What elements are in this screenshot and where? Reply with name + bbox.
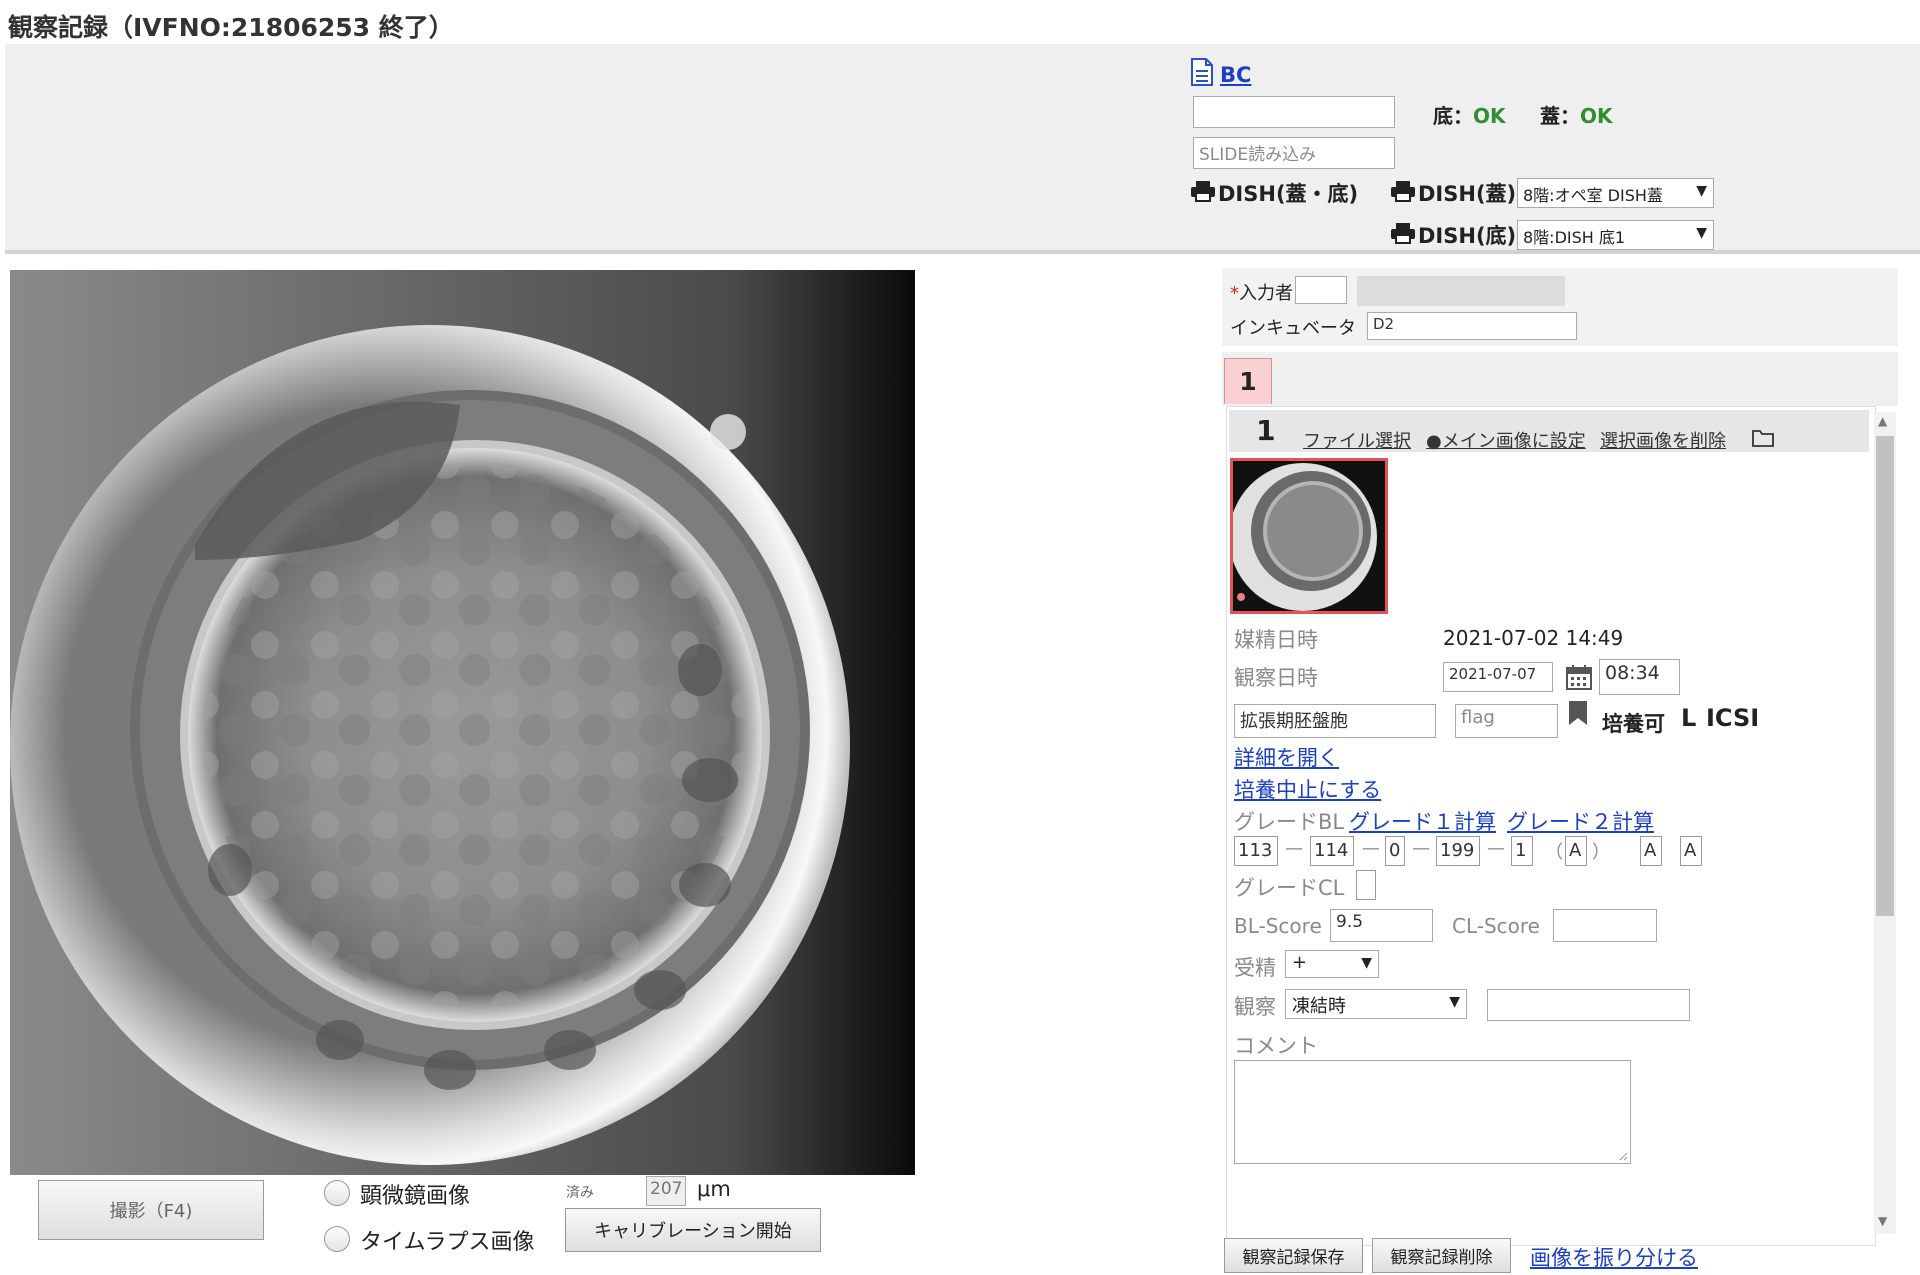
bottom-status-value: OK xyxy=(1473,104,1506,128)
grade-paren-close: ） xyxy=(1592,842,1610,863)
grade1-calc-link[interactable]: グレード１計算 xyxy=(1349,806,1496,836)
fertilization-select[interactable]: + ▼ xyxy=(1285,950,1379,978)
grade-value-input[interactable]: 114 xyxy=(1310,836,1354,866)
tab-1[interactable]: 1 xyxy=(1224,358,1272,404)
grade2-calc-link[interactable]: グレード２計算 xyxy=(1507,806,1654,836)
cl-score-input[interactable] xyxy=(1553,909,1657,942)
calendar-icon[interactable] xyxy=(1566,664,1592,694)
side-label: L xyxy=(1681,704,1697,732)
save-record-button[interactable]: 観察記録保存 xyxy=(1224,1238,1363,1273)
comment-label: コメント xyxy=(1234,1034,1318,1058)
calibration-button[interactable]: キャリブレーション開始 xyxy=(565,1208,821,1252)
printer-icon xyxy=(1390,180,1418,207)
bottom-status: 底：OK xyxy=(1433,100,1506,129)
window-title: 観察記録（IVFNO:21806253 終了） xyxy=(8,13,454,42)
bl-score-label: BL-Score xyxy=(1234,914,1322,938)
measured-label: 済み xyxy=(566,1185,594,1201)
incubator-input[interactable]: D2 xyxy=(1367,312,1577,340)
measure-unit: μm xyxy=(697,1177,731,1201)
lid-status: 蓋：OK xyxy=(1540,100,1613,129)
printer-icon xyxy=(1190,180,1218,207)
bc-link-label[interactable]: BC xyxy=(1220,63,1251,87)
radio-timelapse-label: タイムラプス画像 xyxy=(360,1230,535,1255)
grade-bl-label: グレードBL xyxy=(1234,810,1345,834)
grade-letter-input[interactable]: A xyxy=(1680,836,1702,866)
grade-value-input[interactable]: 1 xyxy=(1511,836,1533,866)
grade-separator: — xyxy=(1285,838,1303,859)
embryo-thumbnail[interactable] xyxy=(1230,458,1388,614)
dish-bottom-select[interactable]: 8階:DISH 底1 ▼ xyxy=(1517,220,1714,250)
comment-textarea[interactable] xyxy=(1234,1060,1631,1164)
operator-name-display xyxy=(1357,276,1565,306)
bottom-status-label: 底： xyxy=(1433,104,1473,128)
resize-grip-icon[interactable] xyxy=(1618,1151,1628,1161)
grade-separator: — xyxy=(1412,838,1430,859)
radio-microscope[interactable] xyxy=(324,1180,350,1206)
delete-selected-image-link[interactable]: 選択画像を削除 xyxy=(1600,427,1726,453)
print-dish-bottom-button[interactable]: DISH(底) xyxy=(1390,220,1516,250)
method-label: ICSI xyxy=(1706,704,1760,732)
dropdown-arrow-icon: ▼ xyxy=(1696,225,1707,241)
culture-status: 培養可 xyxy=(1602,712,1665,736)
radio-microscope-label: 顕微鏡画像 xyxy=(360,1184,471,1209)
main-microscope-image xyxy=(10,270,915,1175)
printer-icon xyxy=(1390,222,1418,249)
measure-input[interactable]: 207 xyxy=(646,1176,686,1206)
lid-status-label: 蓋： xyxy=(1540,104,1580,128)
incubator-label: インキュベータ xyxy=(1230,318,1356,339)
print-dish-both-button[interactable]: DISH(蓋・底) xyxy=(1190,178,1358,208)
flag-input[interactable]: flag xyxy=(1455,704,1558,738)
shoot-button[interactable]: 撮影（F4) xyxy=(38,1180,264,1240)
observation-note-input[interactable] xyxy=(1487,989,1690,1021)
stage-input[interactable]: 拡張期胚盤胞 xyxy=(1234,704,1436,738)
operator-input[interactable] xyxy=(1295,276,1347,304)
dropdown-arrow-icon: ▼ xyxy=(1449,994,1460,1010)
grade-paren-open: （ xyxy=(1545,842,1563,863)
lid-status-value: OK xyxy=(1580,104,1613,128)
distribute-images-link[interactable]: 画像を振り分ける xyxy=(1530,1242,1698,1272)
tab-strip xyxy=(1222,352,1898,406)
observation-date-input[interactable]: 2021-07-07 xyxy=(1443,662,1553,692)
grade-value-input[interactable]: 0 xyxy=(1385,836,1405,866)
insemination-datetime: 2021-07-02 14:49 xyxy=(1443,626,1624,650)
insemination-label: 媒精日時 xyxy=(1234,628,1318,652)
grade-value-input[interactable]: 199 xyxy=(1436,836,1480,866)
dropdown-arrow-icon: ▼ xyxy=(1361,955,1372,971)
dish-lid-select[interactable]: 8階:オペ室 DISH蓋 ▼ xyxy=(1517,178,1714,208)
bookmark-icon[interactable] xyxy=(1568,700,1588,730)
document-icon xyxy=(1190,58,1214,91)
record-scrollbar[interactable]: ▲ ▼ xyxy=(1874,412,1896,1234)
print-dish-lid-button[interactable]: DISH(蓋) xyxy=(1390,178,1516,208)
grade-value-input[interactable]: 113 xyxy=(1234,836,1278,866)
set-main-image-link[interactable]: ●メイン画像に設定 xyxy=(1426,427,1586,453)
file-select-link[interactable]: ファイル選択 xyxy=(1303,427,1411,453)
radio-timelapse[interactable] xyxy=(324,1226,350,1252)
folder-icon[interactable] xyxy=(1752,429,1774,451)
scroll-thumb[interactable] xyxy=(1876,436,1894,916)
grade-separator: — xyxy=(1487,838,1505,859)
open-details-link[interactable]: 詳細を開く xyxy=(1234,742,1339,772)
grade-cl-input[interactable] xyxy=(1356,870,1376,900)
dropdown-arrow-icon: ▼ xyxy=(1696,183,1707,199)
grade-separator: — xyxy=(1362,838,1380,859)
grade-cl-label: グレードCL xyxy=(1234,876,1345,900)
barcode-input[interactable] xyxy=(1193,96,1395,128)
operator-label: *入力者 xyxy=(1230,283,1293,304)
fertilization-label: 受精 xyxy=(1234,956,1276,980)
observation-time-input[interactable]: 08:34 xyxy=(1599,659,1680,695)
grade-letter-input[interactable]: A xyxy=(1640,836,1662,866)
observation-type-label: 観察 xyxy=(1234,995,1276,1019)
scroll-down-arrow[interactable]: ▼ xyxy=(1878,1214,1887,1228)
scroll-up-arrow[interactable]: ▲ xyxy=(1878,414,1887,428)
cl-score-label: CL-Score xyxy=(1452,914,1540,938)
observation-label: 観察日時 xyxy=(1234,666,1318,690)
grade-letter-input[interactable]: A xyxy=(1565,836,1587,866)
slide-input[interactable]: SLIDE読み込み xyxy=(1193,137,1395,169)
record-index: 1 xyxy=(1256,414,1276,447)
stop-culture-link[interactable]: 培養中止にする xyxy=(1234,774,1381,804)
bl-score-input[interactable]: 9.5 xyxy=(1330,909,1433,942)
observation-type-select[interactable]: 凍結時 ▼ xyxy=(1285,989,1467,1019)
delete-record-button[interactable]: 観察記録削除 xyxy=(1372,1238,1511,1273)
bc-link[interactable]: BC xyxy=(1190,58,1251,91)
